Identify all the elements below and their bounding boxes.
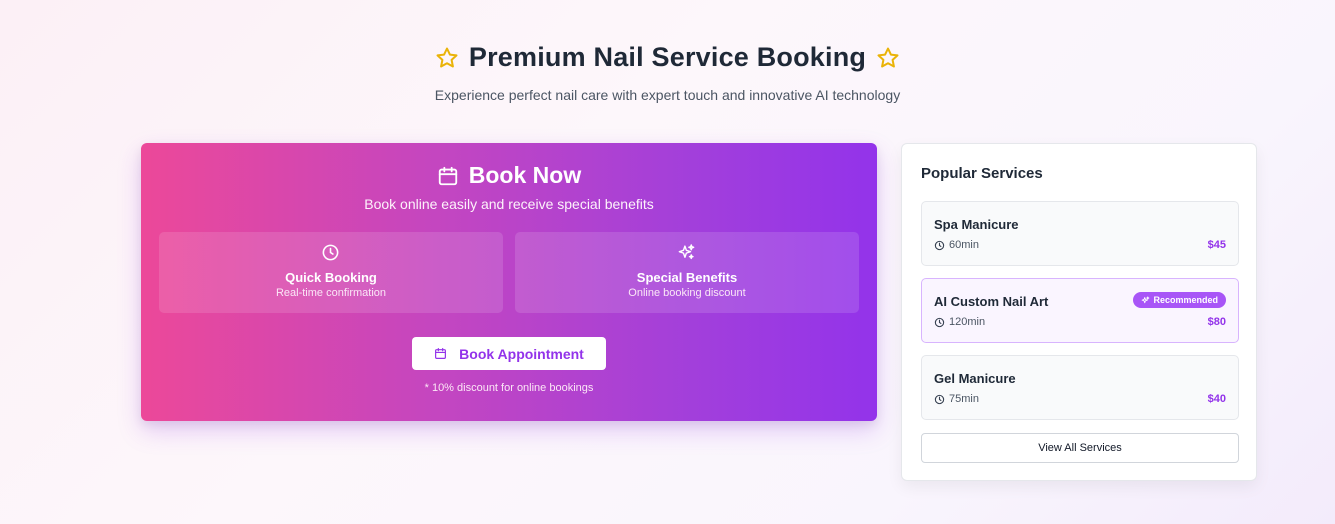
- service-price: $80: [1207, 316, 1226, 328]
- sparkles-icon: [1142, 295, 1150, 303]
- view-all-services-button[interactable]: View All Services: [921, 433, 1239, 463]
- service-duration: 60min: [934, 239, 979, 251]
- popular-services-panel: Popular Services Spa Manicure 60min $45 …: [901, 143, 1257, 481]
- service-name: Gel Manicure: [934, 371, 1016, 386]
- calendar-icon: [438, 166, 457, 185]
- booking-subtitle: Book online easily and receive special b…: [364, 196, 654, 212]
- calendar-icon: [435, 348, 447, 359]
- service-name: Spa Manicure: [934, 217, 1019, 232]
- discount-note: * 10% discount for online bookings: [424, 382, 594, 394]
- service-price: $40: [1207, 393, 1226, 405]
- book-appointment-label: Book Appointment: [459, 345, 584, 362]
- clock-icon: [934, 394, 945, 404]
- service-item-gel-manicure[interactable]: Gel Manicure 75min $40: [921, 355, 1239, 420]
- clock-icon: [934, 317, 945, 327]
- service-item-ai-custom-nail-art[interactable]: AI Custom Nail Art Recommended 120min $8…: [921, 278, 1239, 343]
- service-item-spa-manicure[interactable]: Spa Manicure 60min $45: [921, 201, 1239, 266]
- feature-name: Quick Booking: [285, 270, 377, 285]
- booking-card: Book Now Book online easily and receive …: [141, 143, 877, 421]
- clock-icon: [322, 244, 339, 261]
- feature-desc: Online booking discount: [628, 287, 746, 299]
- service-duration-text: 120min: [949, 316, 986, 328]
- feature-quick-booking: Quick Booking Real-time confirmation: [159, 232, 503, 313]
- page-header: Premium Nail Service Booking Experience …: [0, 42, 1335, 103]
- service-duration-text: 75min: [949, 393, 979, 405]
- book-appointment-button[interactable]: Book Appointment: [412, 337, 606, 370]
- service-duration-text: 60min: [949, 239, 979, 251]
- clock-icon: [934, 240, 945, 250]
- title-row: Premium Nail Service Booking: [435, 42, 900, 73]
- service-name: AI Custom Nail Art: [934, 294, 1049, 309]
- recommended-badge: Recommended: [1133, 292, 1226, 308]
- feature-name: Special Benefits: [636, 270, 738, 285]
- sparkles-icon: [678, 244, 695, 260]
- star-icon: [877, 47, 899, 67]
- feature-desc: Real-time confirmation: [275, 287, 387, 299]
- badge-label: Recommended: [1153, 295, 1218, 305]
- services-title: Popular Services: [921, 165, 1043, 182]
- star-icon: [436, 47, 458, 67]
- service-duration: 120min: [934, 316, 985, 328]
- service-price: $45: [1207, 239, 1226, 251]
- feature-special-benefits: Special Benefits Online booking discount: [515, 232, 859, 313]
- page-subtitle: Experience perfect nail care with expert…: [434, 86, 901, 103]
- page-title: Premium Nail Service Booking: [468, 42, 867, 72]
- booking-title: Book Now: [141, 162, 877, 189]
- service-duration: 75min: [934, 393, 979, 405]
- booking-title-text: Book Now: [468, 162, 582, 188]
